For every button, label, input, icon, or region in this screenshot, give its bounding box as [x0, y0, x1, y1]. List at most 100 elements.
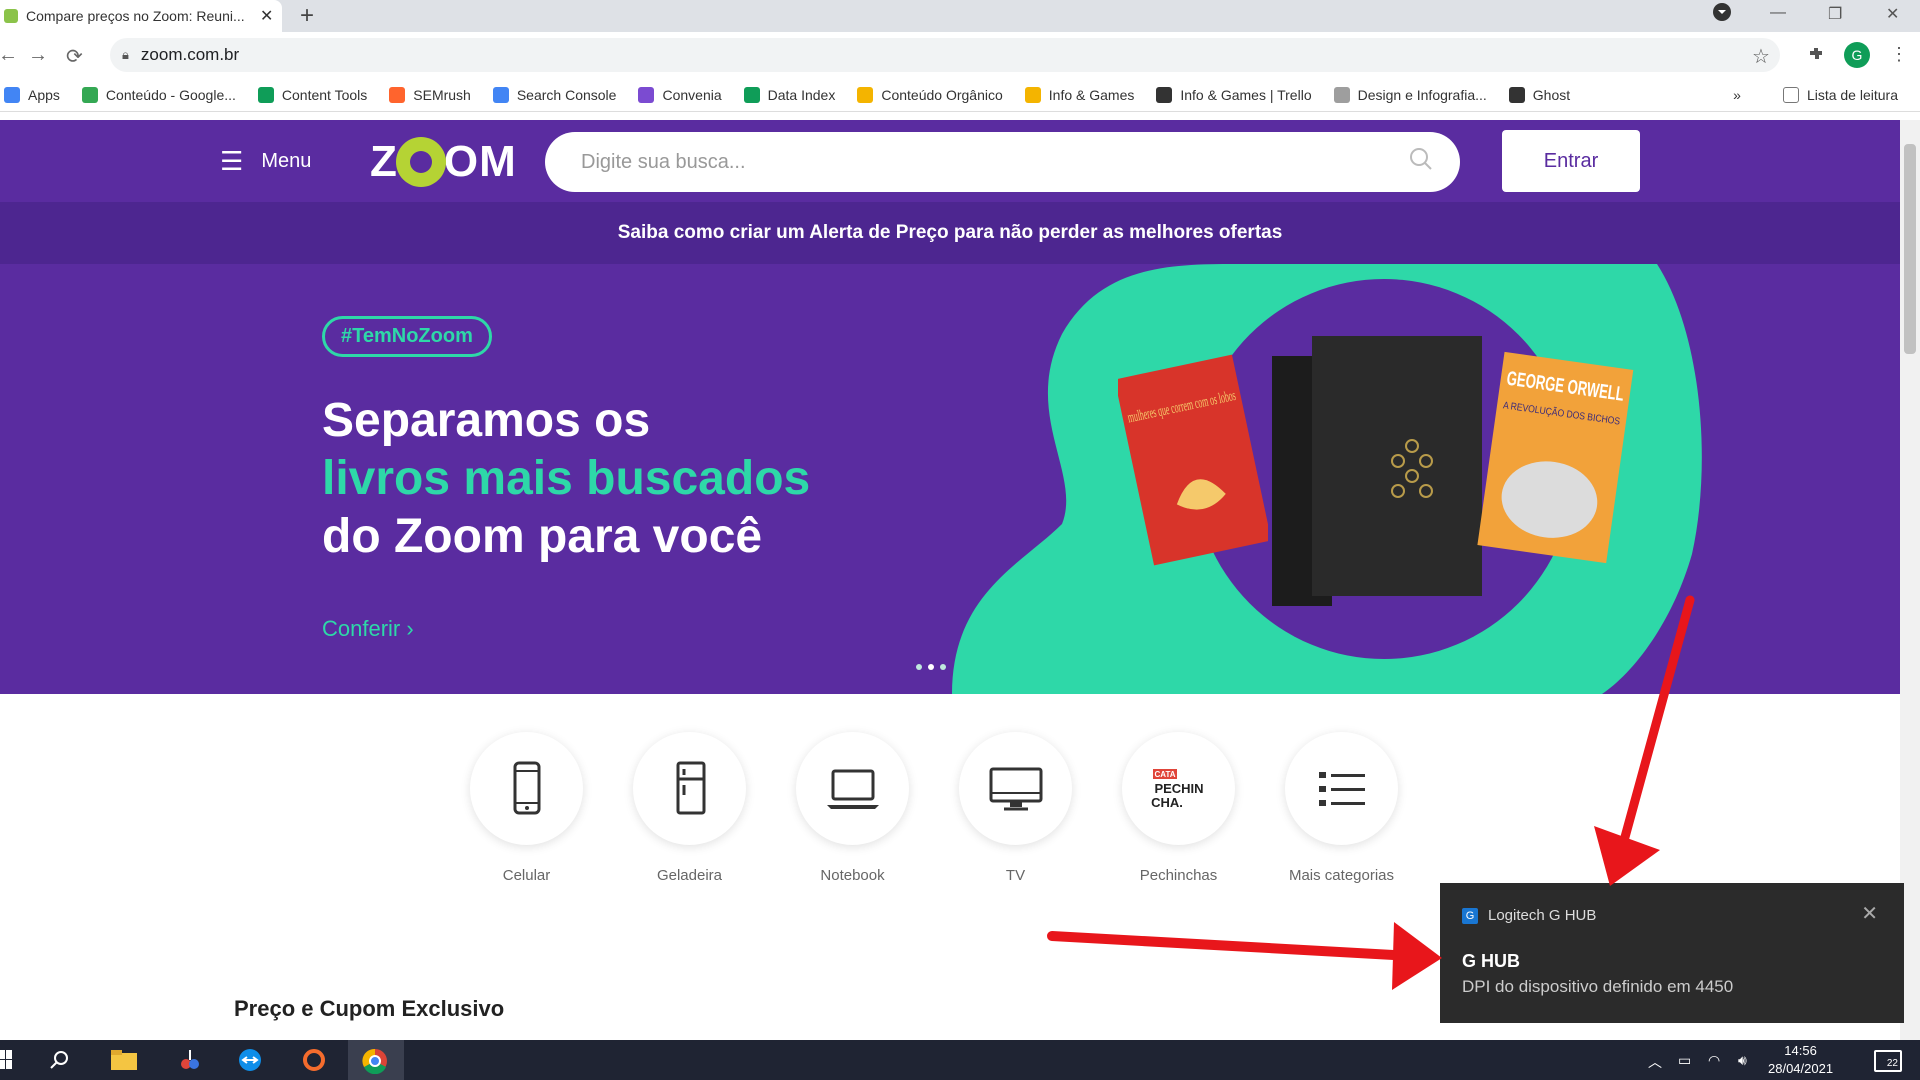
bookmark-item[interactable]: Info & Games	[1024, 86, 1134, 103]
action-center-icon[interactable]: 22	[1874, 1050, 1902, 1072]
bookmark-star-icon[interactable]: ☆	[1752, 44, 1770, 69]
bookmark-favicon-icon	[389, 86, 406, 103]
tray-volume-icon[interactable]: 🔊︎	[1738, 1052, 1747, 1069]
bookmark-favicon-icon	[1024, 86, 1041, 103]
category-tv[interactable]: TV	[959, 732, 1072, 884]
carousel-dot[interactable]	[916, 664, 922, 670]
ghub-toast-notification[interactable]: G Logitech G HUB ✕ G HUB DPI do disposit…	[1440, 883, 1904, 1023]
bookmarks-overflow-icon[interactable]: »	[1733, 87, 1741, 103]
bookmark-label: Conteúdo - Google...	[105, 86, 236, 103]
snipping-tool-icon[interactable]	[176, 1048, 204, 1072]
bookmark-item[interactable]: Conteúdo - Google...	[81, 86, 236, 103]
category-celular[interactable]: Celular	[470, 732, 583, 884]
chrome-menu-icon[interactable]: ⋮	[1890, 44, 1908, 65]
category-notebook[interactable]: Notebook	[796, 732, 909, 884]
price-alert-banner[interactable]: Saiba como criar um Alerta de Preço para…	[0, 202, 1900, 264]
clock-date: 28/04/2021	[1768, 1061, 1834, 1076]
new-tab-button[interactable]: +	[300, 2, 314, 30]
bookmark-label: Info & Games | Trello	[1180, 86, 1312, 103]
window-close-icon[interactable]: ✕	[1886, 4, 1899, 24]
laptop-icon[interactable]	[796, 732, 909, 845]
bookmark-item[interactable]: Search Console	[492, 86, 616, 103]
bookmark-item[interactable]: Design e Infografia...	[1333, 86, 1487, 103]
minimize-icon[interactable]: —	[1770, 4, 1786, 22]
category-label: Notebook	[820, 867, 885, 884]
bookmark-item[interactable]: SEMrush	[389, 86, 471, 103]
category-geladeira[interactable]: Geladeira	[633, 732, 746, 884]
bookmark-label: Content Tools	[281, 86, 368, 103]
bookmark-item[interactable]: Conteúdo Orgânico	[857, 86, 1003, 103]
profile-avatar[interactable]: G	[1844, 42, 1870, 68]
category-mais-categorias[interactable]: Mais categorias	[1285, 732, 1398, 884]
book-orwell: GEORGE ORWELL A REVOLUÇÃO DOS BICHOS	[1477, 351, 1634, 564]
bookmark-item[interactable]: Convenia	[638, 86, 722, 103]
menu-label: Menu	[261, 150, 312, 172]
carousel-dot[interactable]	[940, 664, 946, 670]
hero-cta-link[interactable]: Conferir ›	[322, 616, 414, 642]
login-button[interactable]: Entrar	[1502, 130, 1640, 192]
bookmark-item[interactable]: Info & Games | Trello	[1156, 86, 1312, 103]
search-icon[interactable]	[1408, 146, 1434, 172]
teamviewer-icon[interactable]	[236, 1048, 264, 1072]
back-icon[interactable]: ←	[0, 44, 18, 67]
file-explorer-icon[interactable]	[110, 1048, 138, 1072]
start-button-icon[interactable]	[0, 1050, 12, 1075]
bookmark-item[interactable]: Apps	[4, 86, 60, 103]
bookmark-label: Data Index	[767, 86, 836, 103]
scrollbar-thumb[interactable]	[1904, 144, 1916, 354]
bookmark-label: Conteúdo Orgânico	[881, 86, 1003, 103]
taskbar-clock[interactable]: 14:56 28/04/2021	[1768, 1042, 1833, 1078]
smartphone-icon[interactable]	[470, 732, 583, 845]
book-red: mulheres que correm com os lobos	[1118, 354, 1268, 566]
origin-icon[interactable]	[300, 1048, 328, 1072]
taskbar-search-icon[interactable]	[48, 1048, 76, 1072]
tab-title: Compare preços no Zoom: Reuni...	[26, 8, 245, 24]
bookmark-favicon-icon	[257, 86, 274, 103]
reload-icon[interactable]: ⟳	[66, 44, 83, 69]
category-label: Celular	[502, 867, 551, 884]
list-icon[interactable]	[1285, 732, 1398, 845]
hamburger-icon: ☰	[220, 146, 244, 176]
bookmark-favicon-icon	[81, 86, 98, 103]
category-pechinchas[interactable]: CATA PECHIN CHA. Pechinchas	[1122, 732, 1235, 884]
reading-list-icon	[1782, 86, 1799, 103]
bookmark-label: Convenia	[662, 86, 722, 103]
zoom-favicon-icon	[4, 9, 18, 23]
pechinchas-icon[interactable]: CATA PECHIN CHA.	[1122, 732, 1235, 845]
windows-taskbar	[0, 1040, 1920, 1080]
section-title: Preço e Cupom Exclusivo	[234, 996, 505, 1021]
reading-list-button[interactable]: Lista de leitura	[1782, 86, 1898, 103]
zoom-logo[interactable]: Z OM	[370, 134, 517, 190]
tab-close-icon[interactable]: ✕	[260, 6, 273, 26]
bookmark-favicon-icon	[1156, 86, 1173, 103]
bookmark-item[interactable]: Ghost	[1508, 86, 1570, 103]
hero-banner[interactable]: mulheres que correm com os lobos GEORGE …	[0, 264, 1900, 694]
chrome-taskbar-button[interactable]	[348, 1040, 404, 1080]
forward-icon[interactable]: →	[28, 44, 48, 67]
logo-letters: OM	[443, 137, 517, 186]
extensions-icon[interactable]	[1806, 44, 1826, 69]
address-bar[interactable]: 🔒︎ zoom.com.br	[110, 38, 1780, 72]
bookmark-item[interactable]: Content Tools	[257, 86, 368, 103]
toast-message: DPI do dispositivo definido em 4450	[1462, 977, 1734, 996]
bookmark-favicon-icon	[492, 86, 509, 103]
chrome-icon	[362, 1048, 387, 1074]
bookmark-label: Design e Infografia...	[1357, 86, 1487, 103]
url-text: zoom.com.br	[140, 45, 240, 64]
tray-network-icon[interactable]: ◠	[1708, 1052, 1720, 1069]
toast-close-icon[interactable]: ✕	[1861, 901, 1878, 926]
search-input[interactable]	[581, 146, 1361, 178]
carousel-dot-active[interactable]	[928, 664, 934, 670]
profile-download-icon[interactable]	[1712, 2, 1732, 27]
logo-o-icon	[395, 137, 446, 187]
tray-chevron-icon[interactable]: ︿	[1648, 1052, 1662, 1072]
bookmark-item[interactable]: Data Index	[743, 86, 836, 103]
tv-icon[interactable]	[959, 732, 1072, 845]
restore-icon[interactable]: ❐	[1828, 4, 1842, 24]
browser-tab[interactable]: Compare preços no Zoom: Reuni... ✕	[0, 0, 282, 32]
fridge-icon[interactable]	[633, 732, 746, 845]
bookmark-favicon-icon	[1333, 86, 1350, 103]
menu-button[interactable]: ☰ Menu	[220, 146, 311, 177]
toast-title: G HUB	[1462, 951, 1520, 971]
tray-device-icon[interactable]: ▭	[1678, 1052, 1691, 1069]
